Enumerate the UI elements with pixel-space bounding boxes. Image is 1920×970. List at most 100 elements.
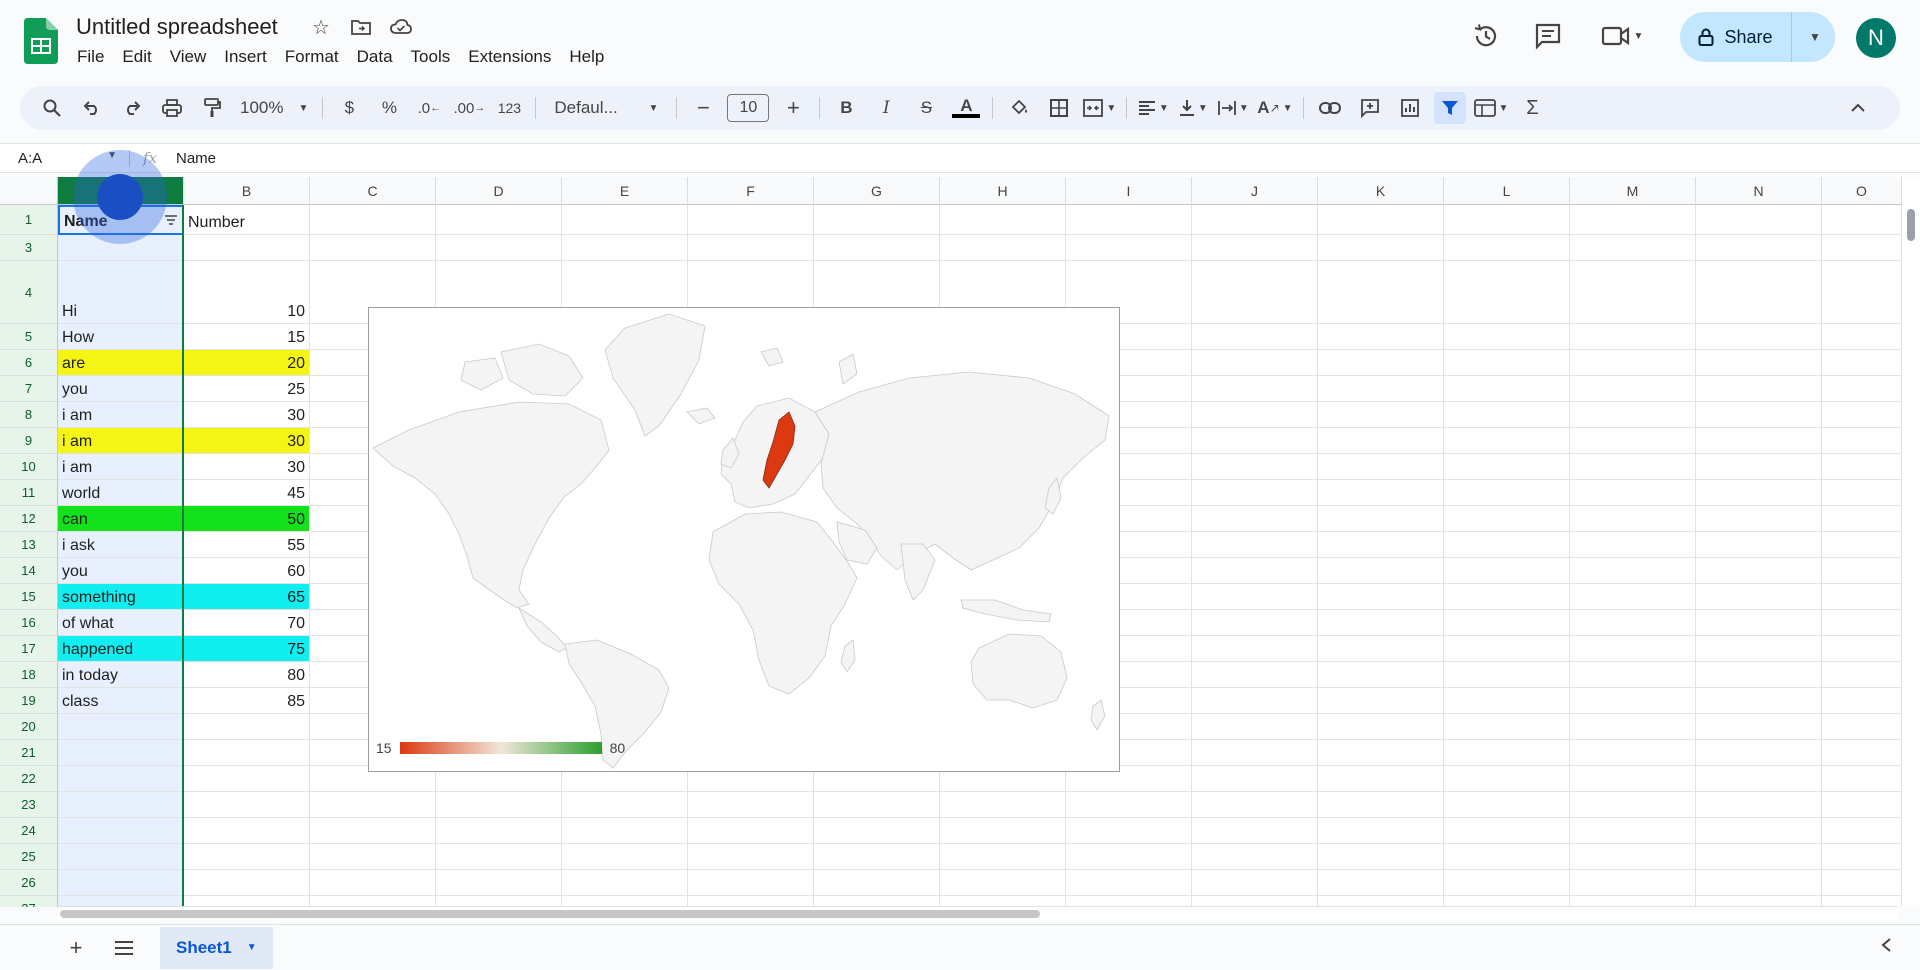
cell[interactable] [1696,324,1822,350]
cell[interactable] [310,844,436,870]
row-header[interactable]: 4 [0,261,58,324]
cell[interactable] [1822,584,1902,610]
cell-name[interactable]: happened [58,636,184,662]
cell[interactable] [1696,350,1822,376]
cell[interactable] [1822,714,1902,740]
cell[interactable] [1570,205,1696,235]
cell[interactable] [1696,870,1822,896]
cell[interactable] [436,235,562,261]
cell[interactable] [1570,350,1696,376]
cell-number[interactable]: Number [184,205,310,235]
cell[interactable] [1192,324,1318,350]
column-header-e[interactable]: E [562,177,688,205]
row-header[interactable]: 7 [0,376,58,402]
cell[interactable] [1822,740,1902,766]
cell-number[interactable]: 80 [184,662,310,688]
cell[interactable] [1066,870,1192,896]
cell[interactable] [1696,428,1822,454]
undo-icon[interactable] [76,92,108,124]
cell-name[interactable]: in today [58,662,184,688]
vertical-scroll-thumb[interactable] [1907,209,1915,241]
cell[interactable] [1570,844,1696,870]
increase-decimal-button[interactable]: .00 → [453,92,485,124]
row-header[interactable]: 21 [0,740,58,766]
cell-name[interactable]: you [58,376,184,402]
italic-icon[interactable]: I [870,92,902,124]
cell[interactable] [1444,662,1570,688]
cell[interactable] [1696,376,1822,402]
cell[interactable] [1696,714,1822,740]
cell[interactable] [1822,205,1902,235]
text-wrapping-icon[interactable]: ▼ [1217,92,1249,124]
cell[interactable] [1822,235,1902,261]
column-header-k[interactable]: K [1318,177,1444,205]
cell-number[interactable]: 50 [184,506,310,532]
cell[interactable] [1822,506,1902,532]
cell[interactable] [1570,558,1696,584]
cell-name[interactable]: are [58,350,184,376]
cell[interactable] [1822,454,1902,480]
column-filter-icon[interactable] [164,213,178,227]
cell[interactable] [1444,402,1570,428]
cell[interactable] [1822,558,1902,584]
cell[interactable] [436,792,562,818]
cell[interactable] [1444,261,1570,324]
cell[interactable] [1318,402,1444,428]
cell[interactable] [1318,261,1444,324]
row-header[interactable]: 16 [0,610,58,636]
cell-number[interactable] [184,844,310,870]
cell[interactable] [1318,844,1444,870]
cell[interactable] [1444,818,1570,844]
cell[interactable] [436,205,562,235]
cell[interactable] [1570,261,1696,324]
geo-chart[interactable] [368,307,1120,772]
cell-number[interactable] [184,818,310,844]
cell[interactable] [940,818,1066,844]
cell[interactable] [1192,376,1318,402]
cell[interactable] [1444,870,1570,896]
vertical-align-icon[interactable]: ▼ [1177,92,1209,124]
cell[interactable] [1192,558,1318,584]
cell-name[interactable]: of what [58,610,184,636]
star-icon[interactable]: ☆ [308,14,334,40]
cell[interactable] [814,844,940,870]
row-header[interactable]: 13 [0,532,58,558]
cell[interactable] [1696,205,1822,235]
cell[interactable] [1822,792,1902,818]
zoom-select[interactable]: 100% ▼ [236,92,312,124]
cell[interactable] [1570,584,1696,610]
cell[interactable] [1192,636,1318,662]
cell[interactable] [1192,480,1318,506]
font-size-input[interactable]: 10 [727,94,770,122]
cell[interactable] [562,205,688,235]
cell[interactable] [1570,235,1696,261]
cell-number[interactable] [184,235,310,261]
cell[interactable] [688,818,814,844]
cell[interactable] [1570,506,1696,532]
cell[interactable] [1570,792,1696,818]
cell[interactable] [1696,636,1822,662]
cell[interactable] [1444,844,1570,870]
column-header-l[interactable]: L [1444,177,1570,205]
cell[interactable] [436,844,562,870]
cell-number[interactable] [184,714,310,740]
cell[interactable] [1318,324,1444,350]
cell[interactable] [940,235,1066,261]
cell[interactable] [1318,506,1444,532]
cell[interactable] [1192,740,1318,766]
menu-view[interactable]: View [161,46,216,68]
column-header-i[interactable]: I [1066,177,1192,205]
cell[interactable] [1192,428,1318,454]
row-header[interactable]: 23 [0,792,58,818]
row-header[interactable]: 15 [0,584,58,610]
filter-views-icon[interactable]: ▼ [1473,92,1508,124]
cell-number[interactable]: 60 [184,558,310,584]
account-avatar[interactable]: N [1856,18,1896,58]
cell[interactable] [1696,506,1822,532]
share-dropdown-button[interactable]: ▼ [1792,30,1835,44]
cell[interactable] [1696,844,1822,870]
add-sheet-icon[interactable]: + [56,930,96,966]
cell[interactable] [1192,870,1318,896]
column-header-m[interactable]: M [1570,177,1696,205]
cell[interactable] [688,235,814,261]
